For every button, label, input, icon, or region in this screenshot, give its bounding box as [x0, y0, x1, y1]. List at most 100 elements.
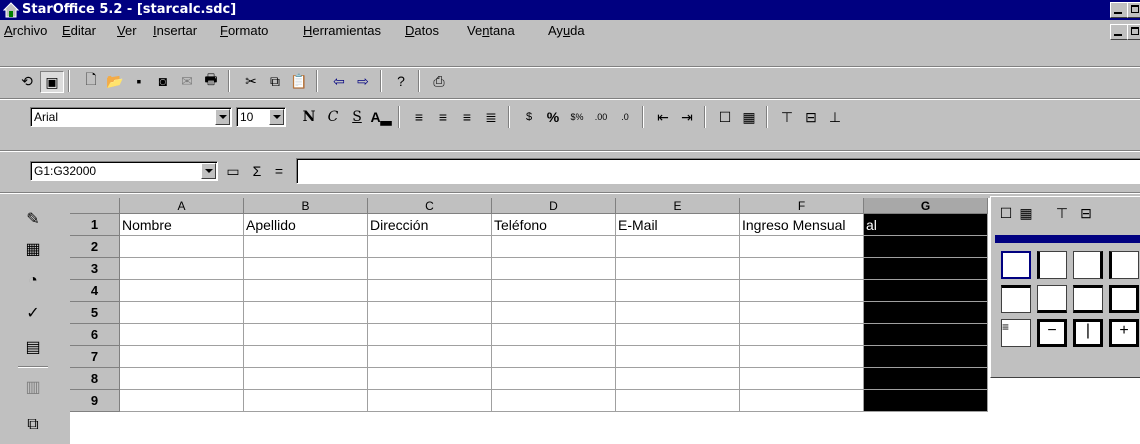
cell-g6[interactable] [864, 324, 988, 346]
help-icon[interactable]: ? [390, 71, 412, 91]
bold-button[interactable]: N [298, 107, 320, 127]
font-name-combo[interactable]: Arial [30, 107, 232, 127]
cell-f9[interactable] [740, 390, 864, 412]
border-bottom-option[interactable] [1037, 285, 1067, 313]
cell-f6[interactable] [740, 324, 864, 346]
cell-e9[interactable] [616, 390, 740, 412]
cut-icon[interactable]: ✂ [240, 71, 262, 91]
align-bottom-icon[interactable]: ⊥ [824, 107, 846, 127]
cell-f7[interactable] [740, 346, 864, 368]
currency-icon[interactable]: $ [518, 107, 540, 127]
insert-cells-icon[interactable]: ▦ [20, 236, 46, 262]
background-color-icon[interactable]: ▦ [1015, 203, 1037, 223]
cell-e6[interactable] [616, 324, 740, 346]
cell-e7[interactable] [616, 346, 740, 368]
column-header-a[interactable]: A [120, 198, 244, 214]
palette-title-bar[interactable] [995, 235, 1140, 243]
cell-c9[interactable] [368, 390, 492, 412]
border-none-option[interactable] [1001, 251, 1031, 279]
minimize-button[interactable] [1110, 2, 1128, 18]
column-header-b[interactable]: B [244, 198, 368, 214]
cell-b3[interactable] [244, 258, 368, 280]
cell-d1[interactable]: Teléfono [492, 214, 616, 236]
stop-load-icon[interactable]: ⎙ [428, 71, 450, 91]
datapilot-icon[interactable]: ⧉ [20, 412, 46, 438]
add-decimal-icon[interactable]: .00 [590, 107, 612, 127]
cell-a7[interactable] [120, 346, 244, 368]
border-all-option[interactable]: + [1109, 319, 1139, 347]
row-header[interactable]: 5 [70, 302, 120, 324]
justify-icon[interactable]: ≣ [480, 107, 502, 127]
cell-d7[interactable] [492, 346, 616, 368]
background-color-icon[interactable]: ▦ [738, 107, 760, 127]
cell-b9[interactable] [244, 390, 368, 412]
maximize-button[interactable] [1127, 2, 1140, 18]
cell-a9[interactable] [120, 390, 244, 412]
email-icon[interactable]: ✉ [176, 71, 198, 91]
cell-g2[interactable] [864, 236, 988, 258]
cell-d5[interactable] [492, 302, 616, 324]
row-header[interactable]: 2 [70, 236, 120, 258]
menu-ventana[interactable]: Ventana [467, 23, 515, 38]
align-left-icon[interactable]: ≡ [408, 107, 430, 127]
cell-c3[interactable] [368, 258, 492, 280]
insert-object-icon[interactable]: ◔ [20, 268, 46, 294]
edit-file-icon[interactable]: ▣ [40, 71, 64, 93]
redo-icon[interactable]: ⇨ [352, 71, 374, 91]
cell-d2[interactable] [492, 236, 616, 258]
row-header[interactable]: 9 [70, 390, 120, 412]
save-as-icon[interactable]: ◙ [152, 71, 174, 91]
cell-g1[interactable]: al [864, 214, 988, 236]
cell-g9[interactable] [864, 390, 988, 412]
align-middle-icon[interactable]: ⊟ [800, 107, 822, 127]
borders-icon[interactable]: ☐ [995, 203, 1017, 223]
cell-b2[interactable] [244, 236, 368, 258]
font-size-combo[interactable]: 10 [236, 107, 286, 127]
italic-button[interactable]: C [322, 107, 344, 127]
cell-c8[interactable] [368, 368, 492, 390]
cell-f1[interactable]: Ingreso Mensual [740, 214, 864, 236]
print-icon[interactable]: 🖶 [200, 71, 222, 91]
border-horizontal-option[interactable]: ≡ [1001, 319, 1031, 347]
align-top-icon[interactable]: ⊤ [1051, 203, 1073, 223]
name-box[interactable]: G1:G32000 [30, 161, 218, 181]
cell-c6[interactable] [368, 324, 492, 346]
open-folder-icon[interactable]: 📂 [104, 71, 126, 91]
cell-g7[interactable] [864, 346, 988, 368]
cell-d6[interactable] [492, 324, 616, 346]
chevron-down-icon[interactable] [201, 163, 216, 179]
insert-rows-icon[interactable]: ▥ [20, 374, 46, 400]
cell-a1[interactable]: Nombre [120, 214, 244, 236]
cell-d8[interactable] [492, 368, 616, 390]
column-header-e[interactable]: E [616, 198, 740, 214]
menu-insertar[interactable]: Insertar [153, 23, 197, 38]
cell-a8[interactable] [120, 368, 244, 390]
cell-e5[interactable] [616, 302, 740, 324]
delete-decimal-icon[interactable]: .0 [614, 107, 636, 127]
column-header-g[interactable]: G [864, 198, 988, 214]
menu-datos[interactable]: Datos [405, 23, 439, 38]
borders-icon[interactable]: ☐ [714, 107, 736, 127]
align-top-icon[interactable]: ⊤ [776, 107, 798, 127]
align-right-icon[interactable]: ≡ [456, 107, 478, 127]
menu-herramientas[interactable]: Herramientas [303, 23, 381, 38]
align-center-icon[interactable]: ≡ [432, 107, 454, 127]
formula-input[interactable] [296, 158, 1140, 184]
cell-e2[interactable] [616, 236, 740, 258]
cell-f4[interactable] [740, 280, 864, 302]
decrease-indent-icon[interactable]: ⇤ [652, 107, 674, 127]
cell-g4[interactable] [864, 280, 988, 302]
cell-e3[interactable] [616, 258, 740, 280]
cell-e8[interactable] [616, 368, 740, 390]
cell-c7[interactable] [368, 346, 492, 368]
border-box-option[interactable] [1109, 285, 1139, 313]
spellcheck-icon[interactable]: ✓ [20, 300, 46, 326]
column-header-f[interactable]: F [740, 198, 864, 214]
border-right-option[interactable] [1073, 251, 1103, 279]
cell-e1[interactable]: E-Mail [616, 214, 740, 236]
border-topbottom-option[interactable] [1073, 285, 1103, 313]
sum-button[interactable]: Σ [246, 161, 268, 181]
cell-g3[interactable] [864, 258, 988, 280]
align-middle-icon[interactable]: ⊟ [1075, 203, 1097, 223]
cell-d3[interactable] [492, 258, 616, 280]
